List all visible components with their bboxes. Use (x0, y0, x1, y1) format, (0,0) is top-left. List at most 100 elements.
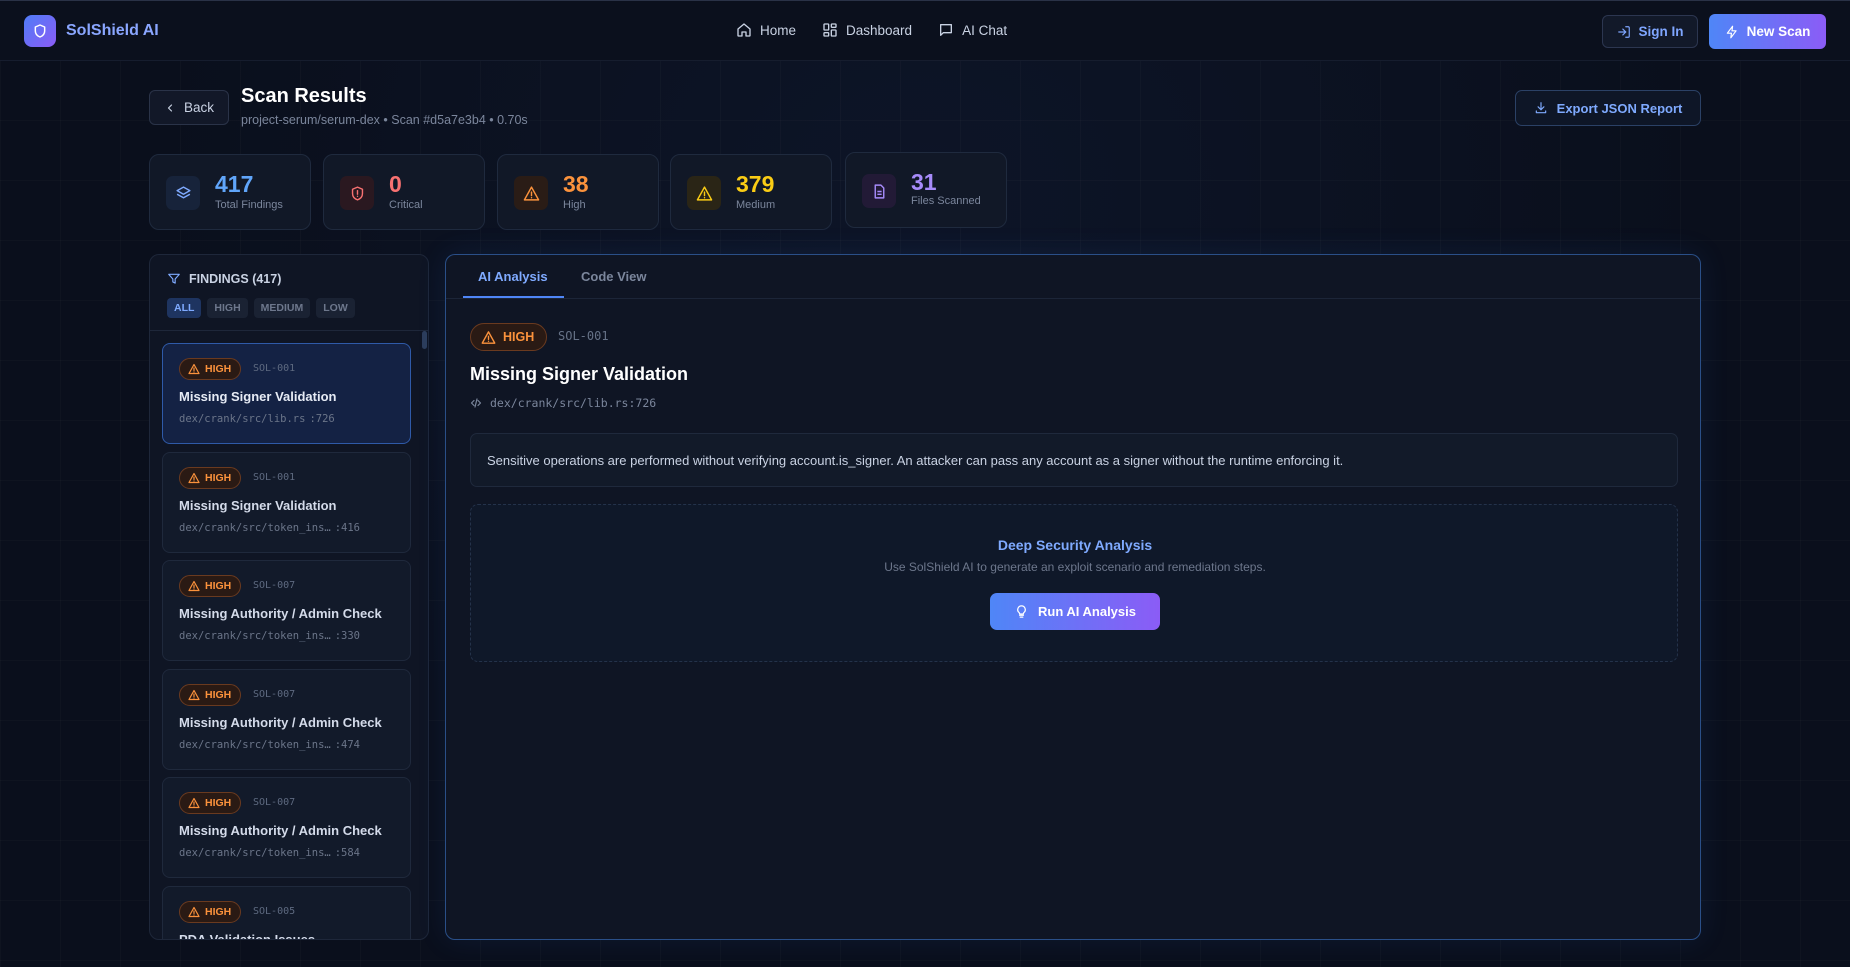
severity-badge: HIGH (470, 323, 548, 351)
tab-ai-analysis[interactable]: AI Analysis (478, 269, 548, 284)
top-navbar: SolShield AI Home Dashboard AI Chat Sign… (0, 0, 1850, 61)
finding-item[interactable]: HIGH SOL-007 Missing Authority / Admin C… (162, 560, 411, 661)
deep-analysis-subtitle: Use SolShield AI to generate an exploit … (884, 560, 1266, 574)
finding-path: dex/crank/src/token_ins… (179, 522, 331, 534)
finding-title: PDA Validation Issues (179, 932, 316, 940)
nav-dashboard[interactable]: Dashboard (822, 22, 912, 38)
finding-path: dex/crank/src/token_ins… (179, 630, 331, 642)
stat-label: High (563, 199, 586, 211)
new-scan-label: New Scan (1746, 24, 1811, 39)
warning-icon (188, 580, 200, 592)
nav-dashboard-label: Dashboard (846, 22, 913, 38)
severity-badge: HIGH (179, 467, 242, 489)
finding-item[interactable]: HIGH SOL-007 Missing Authority / Admin C… (162, 669, 411, 770)
finding-item[interactable]: HIGH SOL-001 Missing Signer Validation d… (162, 452, 411, 553)
finding-item[interactable]: HIGH SOL-007 Missing Authority / Admin C… (162, 777, 411, 878)
nav-ai-chat[interactable]: AI Chat (938, 22, 1007, 38)
scan-subtitle: project-serum/serum-dex • Scan #d5a7e3b4… (241, 113, 528, 127)
findings-scrollbar[interactable] (422, 331, 427, 349)
chevron-left-icon (164, 102, 176, 114)
warning-icon (514, 176, 548, 210)
stat-value: 417 (215, 171, 254, 197)
finding-title: Missing Signer Validation (470, 364, 689, 384)
stat-files-scanned: 31 Files Scanned (845, 152, 1007, 228)
stat-label: Medium (736, 199, 776, 211)
severity-label: HIGH (205, 689, 232, 701)
export-json-button[interactable]: Export JSON Report (1515, 90, 1701, 126)
severity-label: HIGH (503, 330, 535, 344)
page-title: Scan Results (241, 85, 367, 107)
finding-id: SOL-007 (253, 797, 296, 808)
severity-label: HIGH (205, 472, 232, 484)
filter-all[interactable]: ALL (167, 298, 202, 318)
stat-medium: 379 Medium (670, 154, 832, 230)
filter-medium[interactable]: MEDIUM (253, 298, 311, 318)
back-label: Back (183, 100, 214, 115)
back-button[interactable]: Back (149, 90, 229, 125)
run-ai-analysis-button[interactable]: Run AI Analysis (990, 593, 1160, 630)
stat-value: 379 (736, 171, 775, 197)
sign-in-button[interactable]: Sign In (1602, 15, 1698, 48)
severity-badge: HIGH (179, 684, 242, 706)
finding-id: SOL-001 (253, 363, 296, 374)
shield-alert-icon (340, 176, 374, 210)
finding-item[interactable]: HIGH SOL-005 PDA Validation Issues (162, 886, 411, 940)
stat-label: Files Scanned (911, 195, 981, 207)
finding-title: Missing Authority / Admin Check (179, 715, 382, 730)
code-icon (470, 397, 482, 409)
new-scan-button[interactable]: New Scan (1709, 14, 1826, 49)
divider (150, 330, 428, 331)
filter-high[interactable]: HIGH (207, 298, 248, 318)
finding-path: dex/crank/src/token_ins… (179, 847, 331, 859)
tab-code-view[interactable]: Code View (581, 269, 647, 284)
stat-critical: 0 Critical (323, 154, 485, 230)
severity-badge: HIGH (179, 358, 242, 380)
severity-label: HIGH (205, 363, 232, 375)
finding-location: dex/crank/src/lib.rs :726 (179, 413, 335, 425)
finding-id: SOL-007 (253, 580, 296, 591)
severity-badge: HIGH (179, 575, 242, 597)
finding-item[interactable]: HIGH SOL-001 Missing Signer Validation d… (162, 343, 411, 444)
nav-home-label: Home (760, 22, 797, 38)
finding-location: dex/crank/src/token_ins… :330 (179, 630, 360, 642)
warning-icon (481, 330, 496, 345)
finding-id: SOL-005 (253, 906, 296, 917)
brand[interactable]: SolShield AI (24, 15, 159, 47)
severity-badge: HIGH (179, 901, 242, 923)
layers-icon (166, 176, 200, 210)
stat-label: Critical (389, 199, 423, 211)
filter-low[interactable]: LOW (316, 298, 355, 318)
findings-heading-label: FINDINGS (417) (189, 272, 282, 286)
file-icon (862, 174, 896, 208)
findings-heading: FINDINGS (417) (167, 272, 281, 286)
main-nav: Home Dashboard AI Chat (736, 22, 1007, 38)
home-icon (736, 22, 752, 38)
finding-line: :584 (334, 847, 361, 859)
stat-high: 38 High (497, 154, 659, 230)
filter-icon (167, 272, 181, 286)
stat-label: Total Findings (215, 199, 283, 211)
stat-value: 0 (389, 171, 402, 197)
finding-title: Missing Authority / Admin Check (179, 823, 382, 838)
severity-filter-group: ALL HIGH MEDIUM LOW (167, 298, 355, 318)
finding-path: dex/crank/src/lib.rs (179, 413, 306, 425)
finding-description: Sensitive operations are performed witho… (470, 433, 1678, 487)
finding-id: SOL-001 (558, 329, 609, 343)
finding-title: Missing Signer Validation (179, 389, 337, 404)
warning-icon (188, 906, 200, 918)
warning-icon (188, 472, 200, 484)
warning-icon (188, 689, 200, 701)
dashboard-icon (822, 22, 838, 38)
download-icon (1534, 101, 1548, 115)
shield-logo-icon (24, 15, 56, 47)
finding-path: dex/crank/src/token_ins… (179, 739, 331, 751)
stat-value: 31 (911, 169, 937, 195)
warning-icon (188, 797, 200, 809)
sign-in-icon (1617, 25, 1631, 39)
finding-location-text: dex/crank/src/lib.rs:726 (490, 396, 657, 410)
detail-tabs: AI Analysis Code View (446, 255, 1700, 299)
finding-id: SOL-001 (253, 472, 296, 483)
nav-home[interactable]: Home (736, 22, 796, 38)
finding-location: dex/crank/src/token_ins… :416 (179, 522, 360, 534)
finding-title: Missing Signer Validation (179, 498, 337, 513)
